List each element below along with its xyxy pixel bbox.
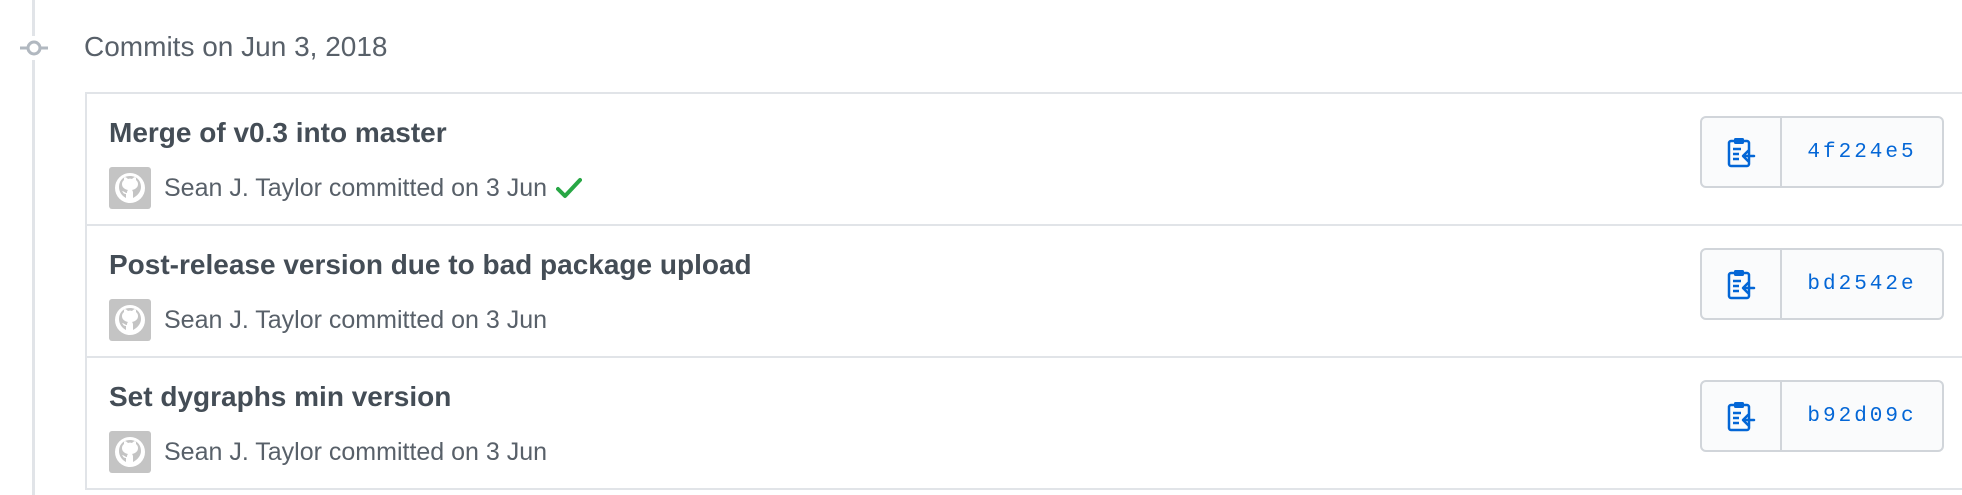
copy-sha-button[interactable] [1700,248,1782,320]
commit-group-title: Commits on Jun 3, 2018 [84,31,388,62]
commit-actions: 4f224e5 [1700,116,1944,188]
clippy-icon [1727,402,1756,432]
copy-sha-button[interactable] [1700,380,1782,452]
commit-message-link[interactable]: Merge of v0.3 into master [109,114,447,152]
commit-sha-link[interactable]: b92d09c [1782,380,1944,452]
commit-row: Set dygraphs min version Sean J. Taylor … [87,358,1962,488]
commit-author-date: Sean J. Taylor committed on 3 Jun [164,305,548,334]
commit-sha-link[interactable]: 4f224e5 [1782,116,1944,188]
github-octocat-icon [115,305,145,335]
commit-message-link[interactable]: Set dygraphs min version [109,378,451,416]
commit-meta: Sean J. Taylor committed on 3 Jun [109,298,547,342]
commit-actions: b92d09c [1700,380,1944,452]
commit-author-date: Sean J. Taylor committed on 3 Jun [164,437,548,466]
clippy-icon [1727,270,1756,300]
commit-sha-link[interactable]: bd2542e [1782,248,1944,320]
git-commit-icon [20,36,48,60]
commit-author-date: Sean J. Taylor committed on 3 Jun [164,173,548,202]
copy-sha-button[interactable] [1700,116,1782,188]
clippy-icon [1727,138,1756,168]
commit-meta: Sean J. Taylor committed on 3 Jun [109,166,583,210]
commit-actions: bd2542e [1700,248,1944,320]
commit-row: Post-release version due to bad package … [87,226,1962,358]
github-octocat-icon [115,173,145,203]
check-icon[interactable] [555,174,583,202]
commit-message-link[interactable]: Post-release version due to bad package … [109,246,752,284]
github-octocat-icon [115,437,145,467]
commit-list: Merge of v0.3 into master Sean J. Taylor… [85,92,1962,490]
commit-meta: Sean J. Taylor committed on 3 Jun [109,430,547,474]
avatar[interactable] [109,431,151,473]
timeline-line [32,0,35,495]
avatar[interactable] [109,299,151,341]
avatar[interactable] [109,167,151,209]
commit-row: Merge of v0.3 into master Sean J. Taylor… [87,94,1962,226]
